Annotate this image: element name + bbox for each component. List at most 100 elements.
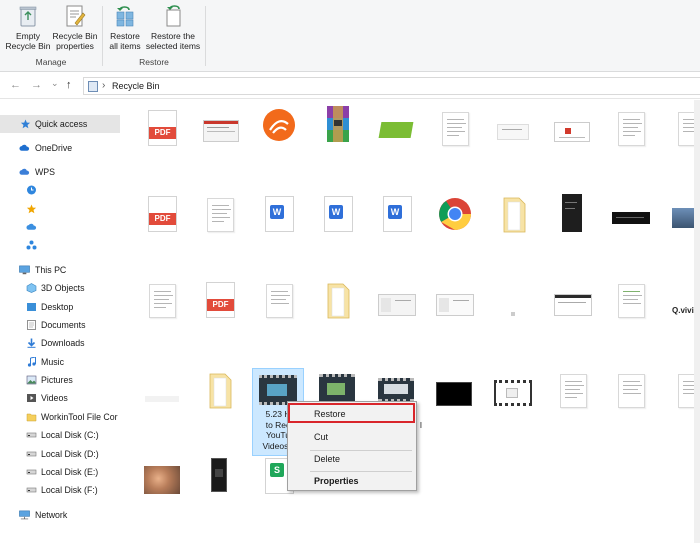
file-item[interactable] <box>552 108 590 150</box>
sidebar-item-recent[interactable] <box>0 181 120 199</box>
sidebar-item-videos[interactable]: Videos <box>0 389 120 407</box>
sidebar-item-3d-objects[interactable]: 3D Objects <box>0 279 120 297</box>
sidebar-item-disk-c[interactable]: Local Disk (C:) <box>0 426 120 444</box>
file-item[interactable] <box>319 280 357 322</box>
file-item[interactable] <box>495 194 533 236</box>
file-item[interactable]: W <box>260 194 298 236</box>
sidebar-item-label: WPS <box>35 167 56 177</box>
file-item[interactable] <box>612 280 650 322</box>
file-item[interactable] <box>436 108 474 150</box>
recycle-bin-properties-button[interactable]: Recycle Bin properties <box>51 4 99 51</box>
file-item[interactable] <box>143 280 181 322</box>
video-thumbnail <box>494 380 532 406</box>
star-icon <box>26 204 37 214</box>
sidebar-item-documents[interactable]: Documents <box>0 316 120 334</box>
file-item[interactable] <box>494 380 532 422</box>
restore-all-items-button[interactable]: Restore all items <box>106 4 144 51</box>
manage-group-label: Manage <box>35 57 67 67</box>
file-item[interactable] <box>612 370 650 412</box>
sidebar-item-disk-f[interactable]: Local Disk (F:) <box>0 481 120 499</box>
sidebar-item-this-pc[interactable]: This PC <box>0 261 120 279</box>
folder-icon <box>26 413 37 422</box>
pictures-icon <box>26 375 37 385</box>
file-item[interactable] <box>260 280 298 322</box>
pdf-icon: PDF <box>148 110 177 146</box>
file-item[interactable] <box>436 382 474 424</box>
file-item[interactable]: W <box>378 194 416 236</box>
file-item[interactable] <box>554 370 592 412</box>
file-item[interactable] <box>376 108 414 150</box>
sidebar-item-label: Local Disk (F:) <box>41 485 98 495</box>
file-item[interactable] <box>143 370 181 412</box>
file-item[interactable] <box>436 280 474 322</box>
wps-writer-badge: W <box>388 205 402 219</box>
properties-icon <box>64 4 86 28</box>
file-item[interactable] <box>319 104 357 146</box>
sidebar-item-wps[interactable]: WPS <box>0 163 120 181</box>
ribbon-divider <box>205 6 206 66</box>
file-item[interactable] <box>201 458 239 500</box>
app-shortcut-orange-icon <box>263 109 295 141</box>
drive-icon <box>26 432 37 438</box>
folder-icon <box>209 373 232 409</box>
sidebar-item-music[interactable]: Music <box>0 353 120 371</box>
file-item[interactable] <box>612 194 650 236</box>
recent-locations-button[interactable]: ⌄ <box>51 78 59 89</box>
sidebar-item-shared[interactable] <box>0 236 120 254</box>
empty-recycle-bin-button[interactable]: Empty Recycle Bin <box>4 4 52 51</box>
context-menu-properties[interactable]: Properties <box>288 471 418 491</box>
sidebar-item-disk-e[interactable]: Local Disk (E:) <box>0 463 120 481</box>
file-item[interactable] <box>201 108 239 150</box>
sidebar-item-downloads[interactable]: Downloads <box>0 334 120 352</box>
sidebar-item-quick-access[interactable]: Quick access <box>0 115 120 133</box>
forward-button[interactable]: → <box>31 79 42 91</box>
file-item[interactable] <box>201 194 239 236</box>
back-button[interactable]: ← <box>10 79 21 91</box>
file-item[interactable]: PDF <box>143 108 181 150</box>
file-item[interactable] <box>612 108 650 150</box>
file-item[interactable]: PDF <box>201 280 239 322</box>
sidebar-item-onedrive[interactable]: OneDrive <box>0 139 120 157</box>
sidebar-item-pictures[interactable]: Pictures <box>0 371 120 389</box>
sidebar-item-label: 3D Objects <box>41 283 85 293</box>
restore-selected-icon <box>162 4 184 28</box>
address-field[interactable]: › Recycle Bin <box>83 77 700 95</box>
file-item[interactable]: PDF <box>143 194 181 236</box>
up-button[interactable]: ↑ <box>66 79 72 91</box>
drive-icon <box>26 487 37 493</box>
file-item[interactable] <box>495 280 533 322</box>
file-item[interactable]: W <box>319 194 357 236</box>
document-thumbnail <box>618 112 645 146</box>
file-item[interactable] <box>554 280 592 322</box>
screenshot-thumbnail <box>436 294 474 316</box>
file-item[interactable] <box>260 106 298 148</box>
sidebar-item-network[interactable]: Network <box>0 506 120 524</box>
file-item[interactable] <box>436 194 474 236</box>
drive-icon <box>26 469 37 475</box>
restore-selected-items-button[interactable]: Restore the selected items <box>143 4 203 51</box>
context-menu-delete[interactable]: Delete <box>288 449 418 469</box>
wps-sheet-badge: S <box>270 463 284 477</box>
screenshot-thumbnail <box>378 294 416 316</box>
wps-writer-badge: W <box>329 205 343 219</box>
sidebar-item-workintool[interactable]: WorkinTool File Cor <box>0 408 120 426</box>
file-item[interactable] <box>554 194 592 236</box>
file-item[interactable] <box>493 108 531 150</box>
clock-icon <box>27 185 36 195</box>
sidebar-item-disk-d[interactable]: Local Disk (D:) <box>0 445 120 463</box>
file-item[interactable] <box>201 370 239 412</box>
restore-selected-label-2: selected items <box>145 41 201 51</box>
document-thumbnail <box>618 284 645 318</box>
file-item[interactable] <box>143 460 181 502</box>
sidebar-item-cloud[interactable] <box>0 218 120 236</box>
context-menu-cut[interactable]: Cut <box>288 427 418 447</box>
file-item[interactable] <box>378 280 416 322</box>
props-label-1: Recycle Bin <box>52 31 98 41</box>
sidebar-item-starred[interactable] <box>0 200 120 218</box>
restore-all-icon <box>114 4 136 28</box>
sidebar-item-desktop[interactable]: Desktop <box>0 298 120 316</box>
drive-icon <box>26 451 37 457</box>
vertical-scrollbar[interactable] <box>694 100 700 543</box>
path-recycle-bin[interactable]: Recycle Bin <box>112 81 160 91</box>
recycle-bin-icon <box>17 4 39 28</box>
